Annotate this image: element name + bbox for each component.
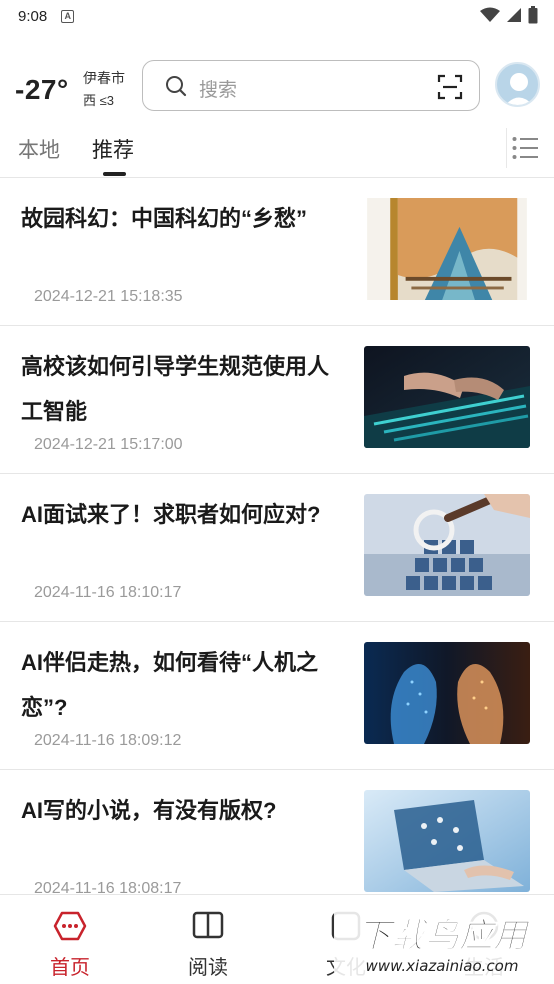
article-date: 2024-11-16 18:08:17 <box>34 880 182 894</box>
watermark: 下载鸟应用 www.xiazainiao.com <box>334 907 548 977</box>
nav-label: 首页 <box>50 957 90 979</box>
battery-icon <box>528 6 538 24</box>
tab-divider <box>506 128 507 168</box>
article-date: 2024-11-16 18:09:12 <box>34 732 182 749</box>
article-date: 2024-11-16 18:10:17 <box>34 584 182 601</box>
wifi-icon <box>480 7 500 22</box>
temperature: -27° <box>15 74 69 105</box>
article-item[interactable]: 故园科幻：中国科幻的“乡愁” 2024-12-21 15:18:35 <box>0 178 554 326</box>
article-item[interactable]: AI面试来了！求职者如何应对? 2024-11-16 18:10:17 <box>0 474 554 622</box>
article-title: AI伴侣走热，如何看待“人机之恋”? <box>21 650 319 720</box>
watermark-sub: www.xiazainiao.com <box>366 957 519 975</box>
status-bar: 9:08 A <box>0 0 554 32</box>
watermark-main: 下载鸟应用 <box>357 916 531 956</box>
article-title: AI面试来了！求职者如何应对? <box>21 502 321 527</box>
article-title: 高校该如何引导学生规范使用人工智能 <box>21 354 330 424</box>
scan-icon[interactable] <box>437 74 463 100</box>
tab-recommend[interactable]: 推荐 <box>92 134 134 164</box>
a-badge-icon: A <box>61 9 75 23</box>
article-title: AI写的小说，有没有版权? <box>21 798 277 823</box>
wind-info: 西 ≤3 <box>83 93 114 108</box>
nav-label: 阅读 <box>188 957 228 979</box>
search-box[interactable]: 搜索 <box>142 60 480 111</box>
home-icon <box>53 911 87 941</box>
article-date: 2024-12-21 15:18:35 <box>34 288 183 305</box>
city-name[interactable]: 伊春市 <box>83 68 125 88</box>
article-item[interactable]: AI写的小说，有没有版权? 2024-11-16 18:08:17 <box>0 770 554 894</box>
article-item[interactable]: AI伴侣走热，如何看待“人机之恋”? 2024-11-16 18:09:12 <box>0 622 554 770</box>
status-icons <box>480 6 538 24</box>
article-list: 故园科幻：中国科幻的“乡愁” 2024-12-21 15:18:35 高校该如何… <box>0 178 554 894</box>
book-icon <box>192 911 224 939</box>
nav-read[interactable]: 阅读 <box>148 895 268 984</box>
avatar[interactable] <box>495 62 540 107</box>
article-thumbnail <box>367 198 527 300</box>
user-avatar-icon <box>505 73 533 105</box>
search-placeholder: 搜索 <box>199 80 238 101</box>
channel-menu-icon[interactable] <box>512 136 538 160</box>
article-thumbnail <box>364 790 530 892</box>
article-date: 2024-12-21 15:17:00 <box>34 436 183 453</box>
article-thumbnail <box>364 642 530 744</box>
article-item[interactable]: 高校该如何引导学生规范使用人工智能 2024-12-21 15:17:00 <box>0 326 554 474</box>
tab-active-indicator <box>103 172 126 176</box>
nav-home[interactable]: 首页 <box>10 895 130 984</box>
header: -27° 伊春市 西 ≤3 搜索 <box>0 58 554 116</box>
category-tabs: 本地 推荐 <box>0 120 554 178</box>
signal-icon <box>507 8 521 22</box>
article-title: 故园科幻：中国科幻的“乡愁” <box>21 206 308 231</box>
tab-local[interactable]: 本地 <box>18 134 60 164</box>
article-thumbnail <box>364 494 530 596</box>
search-icon <box>166 76 187 97</box>
article-thumbnail <box>364 346 530 448</box>
status-time: 9:08 <box>18 7 48 25</box>
